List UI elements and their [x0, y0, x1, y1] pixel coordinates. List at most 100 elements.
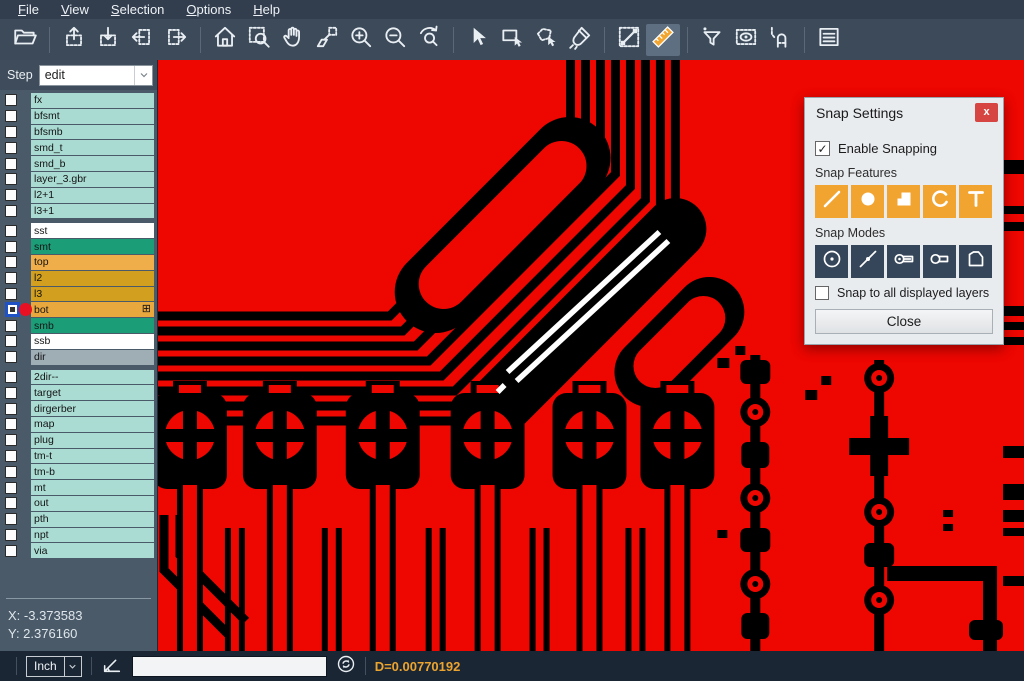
layer-name-field[interactable]: sst	[31, 223, 154, 238]
pcb-canvas[interactable]: Snap Settings x ✓ Enable Snapping Snap F…	[157, 60, 1024, 651]
snap-mode-slot-button[interactable]	[923, 245, 956, 278]
layer-name-field[interactable]: out	[31, 496, 154, 511]
layer-checkbox[interactable]	[5, 529, 17, 541]
layer-name-field[interactable]: l2	[31, 271, 154, 286]
layer-name-field[interactable]: ssb	[31, 334, 154, 349]
layer-checkbox[interactable]	[5, 497, 17, 509]
menu-options[interactable]: Options	[176, 1, 241, 18]
layers-panel-button[interactable]	[812, 24, 846, 56]
snap-dialog-titlebar[interactable]: Snap Settings x	[805, 98, 1003, 127]
snap-mode-contour-button[interactable]	[959, 245, 992, 278]
layer-checkbox[interactable]	[5, 256, 17, 268]
command-input[interactable]	[132, 656, 327, 677]
select-pointer-button[interactable]	[461, 24, 495, 56]
layer-checkbox[interactable]	[5, 225, 17, 237]
menu-view[interactable]: View	[51, 1, 99, 18]
layer-name-field[interactable]: smd_b	[31, 156, 154, 171]
layer-checkbox[interactable]	[5, 189, 17, 201]
layer-name-field[interactable]: via	[31, 543, 154, 558]
enable-snapping-row[interactable]: ✓ Enable Snapping	[815, 141, 993, 156]
layer-name-field[interactable]: bfsmt	[31, 109, 154, 124]
layer-checkbox-active[interactable]	[5, 302, 20, 317]
enable-snapping-checkbox[interactable]: ✓	[815, 141, 830, 156]
dialog-close-icon[interactable]: x	[975, 103, 998, 122]
layer-name-field[interactable]: 2dir--	[31, 370, 154, 385]
layer-name-field[interactable]: bfsmb	[31, 125, 154, 140]
zoom-poly-button[interactable]	[310, 24, 344, 56]
snap-feature-text-button[interactable]	[959, 185, 992, 218]
layer-checkbox[interactable]	[5, 466, 17, 478]
layer-name-field[interactable]: top	[31, 255, 154, 270]
layer-checkbox[interactable]	[5, 418, 17, 430]
layer-checkbox[interactable]	[5, 126, 17, 138]
layer-name-field[interactable]: fx	[31, 93, 154, 108]
layer-checkbox[interactable]	[5, 158, 17, 170]
zoom-previous-button[interactable]	[412, 24, 446, 56]
layer-checkbox[interactable]	[5, 142, 17, 154]
layer-checkbox[interactable]	[5, 205, 17, 217]
layer-checkbox[interactable]	[5, 288, 17, 300]
layer-name-field[interactable]: dir	[31, 350, 154, 365]
menu-selection[interactable]: Selection	[101, 1, 174, 18]
units-dropdown[interactable]: Inch	[26, 656, 82, 677]
layer-checkbox[interactable]	[5, 387, 17, 399]
clean-brush-button[interactable]	[563, 24, 597, 56]
snap-feature-arc-button[interactable]	[923, 185, 956, 218]
snap-settings-button[interactable]	[763, 24, 797, 56]
filter-button[interactable]	[695, 24, 729, 56]
zoom-window-button[interactable]	[242, 24, 276, 56]
zoom-out-button[interactable]	[378, 24, 412, 56]
layer-name-field[interactable]: bot⊞	[31, 302, 154, 317]
layer-checkbox[interactable]	[5, 241, 17, 253]
layer-name-field[interactable]: l2+1	[31, 188, 154, 203]
snap-mode-pad-entry-button[interactable]	[887, 245, 920, 278]
layer-checkbox[interactable]	[5, 173, 17, 185]
all-layers-checkbox[interactable]	[815, 286, 829, 300]
snap-mode-midpoint-button[interactable]	[851, 245, 884, 278]
layer-name-field[interactable]: smd_t	[31, 140, 154, 155]
layer-checkbox[interactable]	[5, 482, 17, 494]
snap-feature-line-button[interactable]	[815, 185, 848, 218]
layer-checkbox[interactable]	[5, 434, 17, 446]
step-dropdown[interactable]: edit	[39, 65, 153, 86]
load-down-button[interactable]	[91, 24, 125, 56]
view-options-button[interactable]	[729, 24, 763, 56]
pan-hand-button[interactable]	[276, 24, 310, 56]
layer-checkbox[interactable]	[5, 110, 17, 122]
layer-name-field[interactable]: pth	[31, 512, 154, 527]
layer-name-field[interactable]: mt	[31, 480, 154, 495]
layer-name-field[interactable]: smb	[31, 318, 154, 333]
layer-checkbox[interactable]	[5, 272, 17, 284]
menu-help[interactable]: Help	[243, 1, 290, 18]
layer-checkbox[interactable]	[5, 320, 17, 332]
layer-name-field[interactable]: l3+1	[31, 204, 154, 219]
load-right-button[interactable]	[159, 24, 193, 56]
home-button[interactable]	[208, 24, 242, 56]
layer-checkbox[interactable]	[5, 371, 17, 383]
layer-checkbox[interactable]	[5, 94, 17, 106]
snap-mode-center-button[interactable]	[815, 245, 848, 278]
layer-name-field[interactable]: smt	[31, 239, 154, 254]
menu-file[interactable]: File	[8, 1, 49, 18]
layer-checkbox[interactable]	[5, 351, 17, 363]
close-button[interactable]: Close	[815, 309, 993, 334]
zoom-in-button[interactable]	[344, 24, 378, 56]
select-poly-button[interactable]	[529, 24, 563, 56]
layer-checkbox[interactable]	[5, 403, 17, 415]
layer-checkbox[interactable]	[5, 513, 17, 525]
layer-name-field[interactable]: dirgerber	[31, 401, 154, 416]
layer-name-field[interactable]: tm-t	[31, 449, 154, 464]
layer-checkbox[interactable]	[5, 545, 17, 557]
select-rect-button[interactable]	[495, 24, 529, 56]
layer-name-field[interactable]: target	[31, 385, 154, 400]
layer-name-field[interactable]: layer_3.gbr	[31, 172, 154, 187]
layer-name-field[interactable]: tm-b	[31, 464, 154, 479]
layer-name-field[interactable]: plug	[31, 433, 154, 448]
snap-feature-pad-button[interactable]	[851, 185, 884, 218]
load-up-button[interactable]	[57, 24, 91, 56]
measure-ruler-button[interactable]	[646, 24, 680, 56]
open-folder-button[interactable]	[8, 24, 42, 56]
snap-feature-surface-button[interactable]	[887, 185, 920, 218]
layer-name-field[interactable]: l3	[31, 287, 154, 302]
layer-name-field[interactable]: npt	[31, 528, 154, 543]
